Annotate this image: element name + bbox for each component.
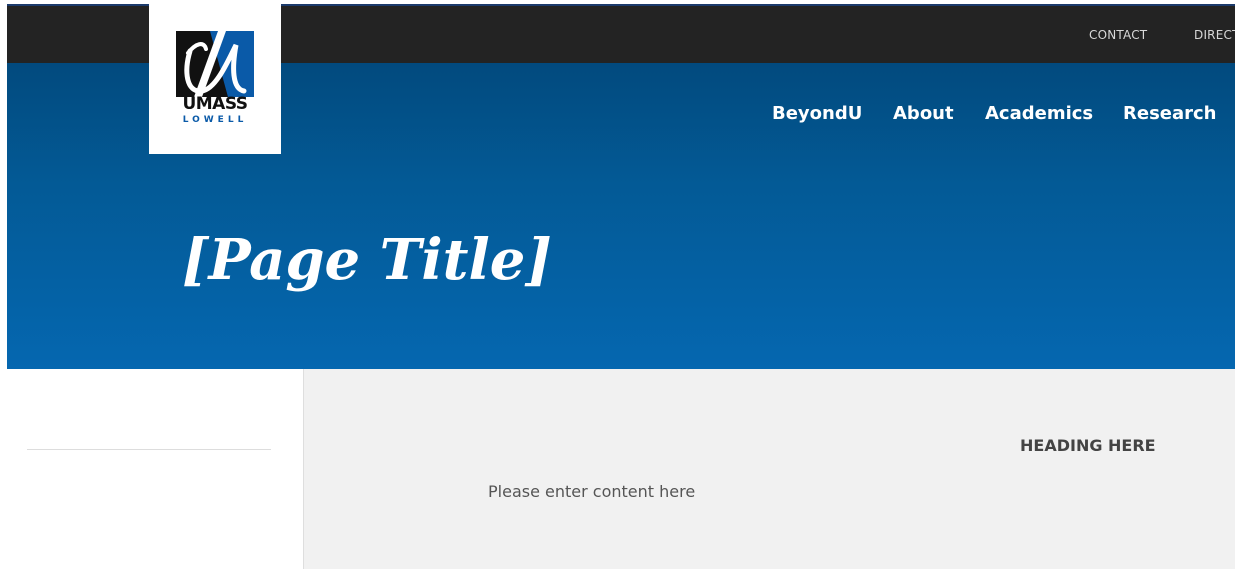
sidebar (7, 369, 304, 569)
umass-lowell-logo[interactable]: UMASS LOWELL (149, 4, 281, 154)
logo-wordmark-lowell: LOWELL (182, 115, 248, 125)
directory-link[interactable]: DIRECT (1194, 28, 1235, 42)
nav-about[interactable]: About (893, 103, 954, 125)
content-heading: HEADING HERE (1020, 436, 1156, 455)
nav-academics[interactable]: Academics (985, 103, 1093, 125)
sidebar-divider (27, 449, 271, 450)
logo-wordmark-umass: UMASS (182, 94, 248, 114)
page: CONTACT DIRECT BeyondU About Academics R… (7, 4, 1235, 569)
nav-beyondu[interactable]: BeyondU (772, 103, 862, 125)
content-body: Please enter content here (488, 482, 696, 501)
logo-u-mark-icon (176, 31, 254, 97)
page-title: [Page Title] (182, 227, 552, 293)
nav-research[interactable]: Research (1123, 103, 1217, 125)
main-content: HEADING HERE Please enter content here (304, 369, 1235, 569)
contact-link[interactable]: CONTACT (1089, 28, 1147, 42)
